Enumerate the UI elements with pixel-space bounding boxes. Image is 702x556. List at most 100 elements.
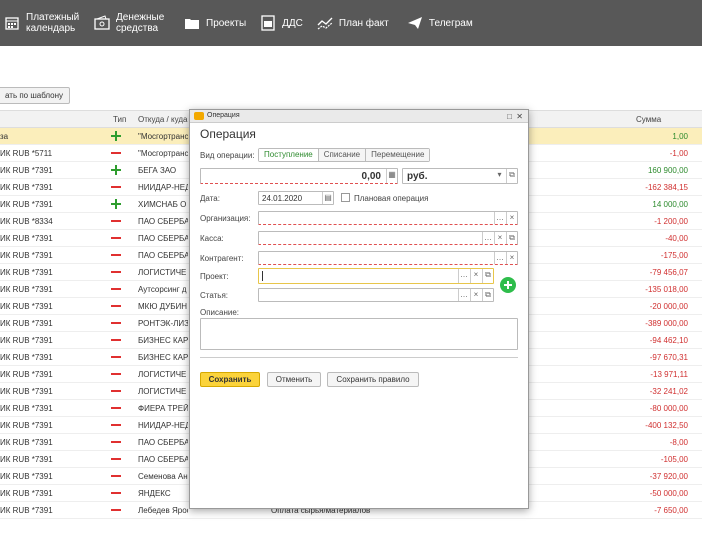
date-label: Дата: <box>200 194 220 203</box>
planned-label: Плановая операция <box>354 194 429 203</box>
create-from-template-button[interactable]: ать по шаблону <box>0 87 71 104</box>
select-more-icon[interactable]: … <box>494 212 505 224</box>
add-project-icon[interactable] <box>500 277 516 293</box>
chevron-down-icon[interactable]: ▾ <box>494 169 505 183</box>
expense-icon <box>109 349 125 366</box>
clear-icon[interactable]: × <box>470 289 481 301</box>
report-icon <box>261 15 275 31</box>
counterparty-cell: Семенова Ан <box>138 472 188 481</box>
expense-icon <box>109 451 125 468</box>
cancel-button[interactable]: Отменить <box>267 372 321 387</box>
nav-plan-fact[interactable]: План факт <box>317 15 393 31</box>
op-type-income[interactable]: Поступление <box>259 149 319 161</box>
select-more-icon[interactable]: … <box>482 232 493 244</box>
account-cell: ИК RUB *7391 <box>0 421 53 430</box>
income-icon <box>109 162 125 179</box>
expense-icon <box>109 315 125 332</box>
wallet-icon <box>94 15 110 30</box>
select-more-icon[interactable]: … <box>494 252 505 264</box>
open-link-icon[interactable]: ⧉ <box>482 289 493 301</box>
clear-icon[interactable]: × <box>506 252 517 264</box>
operation-dialog: Операция □ ✕ Операция Вид операции: Пост… <box>189 109 529 509</box>
sum-cell: -105,00 <box>660 455 688 464</box>
open-link-icon[interactable]: ⧉ <box>482 269 493 283</box>
counterparty-cell: Аутсорсинг д <box>138 285 187 294</box>
date-field[interactable]: 24.01.2020 ▤ <box>258 191 334 205</box>
op-type-transfer[interactable]: Перемещение <box>366 149 430 161</box>
sum-cell: -40,00 <box>665 234 688 243</box>
maximize-icon[interactable]: □ <box>507 111 512 123</box>
sum-cell: -20 000,00 <box>649 302 688 311</box>
sum-cell: -400 132,50 <box>645 421 688 430</box>
income-icon <box>109 196 125 213</box>
description-field[interactable] <box>200 318 518 350</box>
expense-icon <box>109 383 125 400</box>
item-field[interactable]: … × ⧉ <box>258 288 494 302</box>
sum-cell: -175,00 <box>660 251 688 260</box>
counterparty-cell: ПАО СБЕРБА <box>138 438 188 447</box>
counterparty-cell: ФИЕРА ТРЕЙ <box>138 404 188 413</box>
sum-cell: 14 000,00 <box>652 200 688 209</box>
currency-select[interactable]: руб. ▾ ⧉ <box>402 168 518 184</box>
planned-checkbox[interactable] <box>341 193 350 202</box>
save-button[interactable]: Сохранить <box>200 372 260 387</box>
account-cell: ИК RUB *7391 <box>0 353 53 362</box>
header-counterparty[interactable]: Откуда / куда <box>138 115 187 124</box>
clear-icon[interactable]: × <box>506 212 517 224</box>
nav-payment-calendar[interactable]: Платежный календарь <box>4 12 80 34</box>
clear-icon[interactable]: × <box>470 269 481 283</box>
nav-cash[interactable]: Денежные средства <box>94 12 170 34</box>
account-cell: ИК RUB *5711 <box>0 149 53 158</box>
cash-field[interactable]: … × ⧉ <box>258 231 518 245</box>
folder-icon <box>185 19 199 29</box>
select-more-icon[interactable]: … <box>458 269 469 283</box>
counterparty-cell: НИИДАР-НЕД <box>138 183 188 192</box>
counterparty-cell: ЛОГИСТИЧЕ <box>138 387 187 396</box>
close-icon[interactable]: ✕ <box>516 111 523 123</box>
top-nav-bar: Платежный календарь Денежные средства Пр… <box>0 0 702 46</box>
nav-telegram[interactable]: Телеграм <box>407 15 473 31</box>
clear-icon[interactable]: × <box>494 232 505 244</box>
select-more-icon[interactable]: … <box>458 289 469 301</box>
project-field[interactable]: … × ⧉ <box>258 268 494 284</box>
op-type-label: Вид операции: <box>200 151 255 160</box>
save-rule-button[interactable]: Сохранить правило <box>327 372 419 387</box>
expense-icon <box>109 281 125 298</box>
dialog-window-title: Операция <box>207 112 240 119</box>
counterparty-cell: ПАО СБЕРБА <box>138 251 188 260</box>
counterparty-cell: ЛОГИСТИЧЕ <box>138 268 187 277</box>
account-cell: ИК RUB *7391 <box>0 387 53 396</box>
expense-icon <box>109 213 125 230</box>
counterparty-cell: ПАО СБЕРБА <box>138 455 188 464</box>
open-link-icon[interactable]: ⧉ <box>506 169 517 183</box>
calculator-icon[interactable]: ▦ <box>386 169 397 183</box>
counterparty-cell: "Мосгортранс <box>138 132 188 141</box>
nav-label: План факт <box>338 17 389 29</box>
expense-icon <box>109 400 125 417</box>
counterparty-cell: НИИДАР-НЕД <box>138 421 188 430</box>
sum-cell: -13 971,11 <box>650 370 688 379</box>
account-cell: ИК RUB *7391 <box>0 166 53 175</box>
op-type-expense[interactable]: Списание <box>318 149 367 161</box>
counterparty-cell: ПАО СБЕРБА <box>138 234 188 243</box>
send-icon <box>407 17 422 29</box>
text-cursor <box>262 271 263 281</box>
nav-projects[interactable]: Проекты <box>184 15 246 31</box>
open-link-icon[interactable]: ⧉ <box>506 232 517 244</box>
account-cell: ИК RUB *7391 <box>0 251 53 260</box>
counterparty-cell: ПАО СБЕРБА <box>138 217 188 226</box>
organization-field[interactable]: … × <box>258 211 518 225</box>
nav-label: Денежные средства <box>116 12 165 34</box>
nav-label: Проекты <box>206 17 247 29</box>
org-label: Организация: <box>200 214 251 223</box>
divider <box>200 357 518 358</box>
amount-field[interactable]: 0,00 ▦ <box>200 168 398 184</box>
nav-label: Платежный календарь <box>26 12 80 34</box>
sum-cell: -32 241,02 <box>649 387 688 396</box>
header-sum[interactable]: Сумма <box>636 115 661 124</box>
calendar-icon[interactable]: ▤ <box>322 192 333 204</box>
dialog-heading: Операция <box>200 127 256 141</box>
header-type[interactable]: Тип <box>113 115 126 124</box>
contractor-field[interactable]: … × <box>258 251 518 265</box>
nav-dds[interactable]: ДДС <box>260 15 303 31</box>
